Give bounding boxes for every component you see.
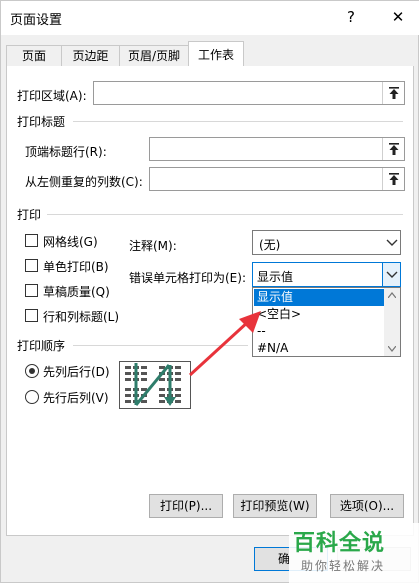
over-then-down-radio[interactable]	[25, 390, 39, 404]
down-then-over-label[interactable]: 先列后行(D)	[43, 363, 110, 380]
print-heading: 打印	[17, 208, 42, 222]
black-and-white-label[interactable]: 单色打印(B)	[43, 258, 109, 275]
watermark-subtitle: 助你轻松解决	[301, 559, 386, 573]
page-order-preview-icon	[119, 361, 191, 409]
gridlines-label[interactable]: 网格线(G)	[43, 233, 98, 250]
cell-errors-dropdown[interactable]: 显示值	[252, 262, 401, 287]
comments-value: (无)	[259, 238, 281, 252]
cols-to-repeat-field[interactable]	[149, 167, 405, 191]
rows-to-repeat-label: 顶端标题行(R):	[25, 145, 107, 159]
tab-page[interactable]: 页面	[6, 45, 62, 67]
comments-dropdown[interactable]: (无)	[252, 230, 401, 255]
help-button[interactable]: ?	[338, 5, 364, 29]
watermark-title: 百科全说	[293, 531, 386, 556]
chevron-down-icon[interactable]	[382, 231, 400, 254]
print-area-field[interactable]	[93, 81, 405, 105]
close-button[interactable]: ✕	[385, 5, 411, 29]
print-titles-heading: 打印标题	[17, 115, 66, 129]
comments-label: 注释(M):	[129, 239, 177, 253]
row-col-headings-checkbox[interactable]	[25, 309, 38, 322]
page-order-heading: 打印顺序	[17, 339, 66, 353]
divider	[47, 214, 403, 215]
tab-sheet[interactable]: 工作表	[188, 41, 244, 67]
down-then-over-radio[interactable]	[25, 364, 39, 378]
print-area-label: 打印区域(A):	[17, 89, 87, 103]
options-button[interactable]: 选项(O)...	[330, 494, 404, 518]
gridlines-checkbox[interactable]	[25, 234, 38, 247]
option-blank[interactable]: <空白>	[254, 306, 384, 323]
cell-errors-options-list: 显示值 <空白> -- #N/A	[252, 287, 401, 357]
print-preview-button[interactable]: 打印预览(W)	[233, 494, 317, 518]
option-na[interactable]: #N/A	[254, 340, 384, 357]
scrollbar[interactable]	[384, 288, 400, 356]
over-then-down-label[interactable]: 先行后列(V)	[43, 389, 109, 406]
draft-quality-checkbox[interactable]	[25, 284, 38, 297]
draft-quality-label[interactable]: 草稿质量(Q)	[43, 283, 110, 300]
option-dashes[interactable]: --	[254, 323, 384, 340]
tab-header-footer[interactable]: 页眉/页脚	[119, 45, 189, 67]
print-button[interactable]: 打印(P)...	[149, 494, 223, 518]
collapse-dialog-icon[interactable]	[382, 138, 404, 160]
divider	[73, 121, 403, 122]
cell-errors-label: 错误单元格打印为(E):	[129, 271, 246, 285]
tab-margins[interactable]: 页边距	[61, 45, 120, 67]
row-col-headings-label[interactable]: 行和列标题(L)	[43, 308, 119, 325]
rows-to-repeat-field[interactable]	[149, 137, 405, 161]
title-bar: 页面设置 ? ✕	[1, 1, 419, 35]
collapse-dialog-icon[interactable]	[382, 168, 404, 190]
cell-errors-value: 显示值	[257, 270, 294, 284]
option-displayed[interactable]: 显示值	[254, 289, 384, 306]
collapse-dialog-icon[interactable]	[382, 82, 404, 104]
black-and-white-checkbox[interactable]	[25, 259, 38, 272]
cols-to-repeat-label: 从左侧重复的列数(C):	[25, 175, 143, 189]
chevron-down-icon[interactable]	[382, 263, 400, 286]
radio-selected-dot	[29, 368, 35, 374]
window-title: 页面设置	[10, 13, 63, 28]
annotation-arrow-icon	[188, 311, 261, 377]
page-setup-dialog: 页面设置 ? ✕ 页面 页边距 页眉/页脚 工作表 打印区域(A): 打印标题 …	[0, 0, 419, 583]
watermark: 百科全说 助你轻松解决	[289, 523, 419, 583]
